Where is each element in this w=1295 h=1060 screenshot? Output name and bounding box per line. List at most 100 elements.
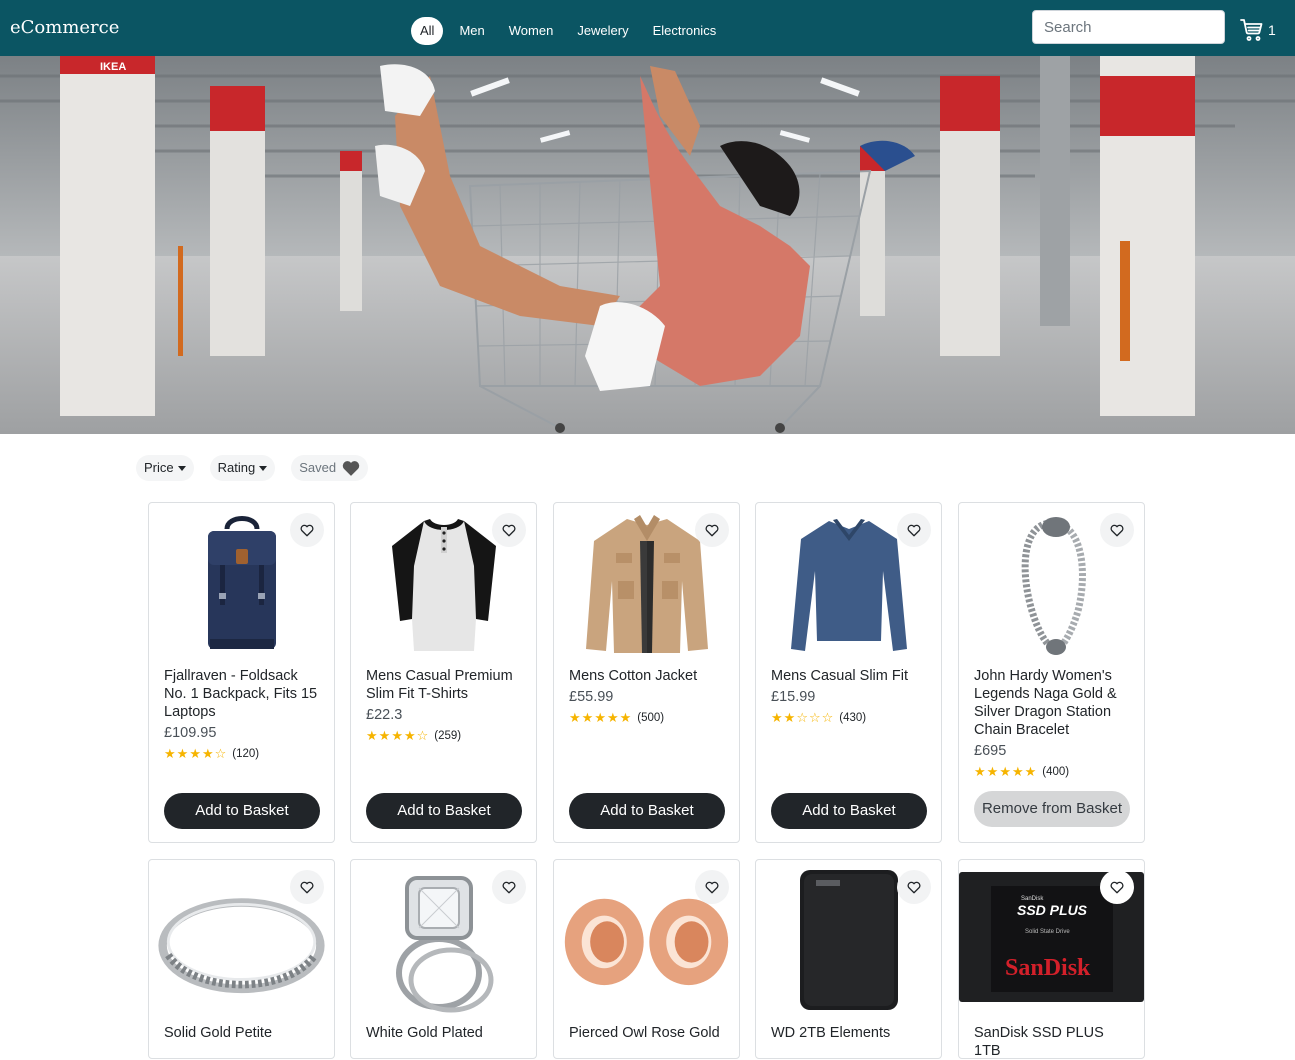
product-info: Mens Cotton Jacket £55.99 ★ ★ ★ ★ ★ (500) <box>569 667 729 727</box>
heart-outline-icon <box>907 881 921 893</box>
heart-outline-icon <box>907 524 921 536</box>
save-favorite-button[interactable] <box>897 513 931 547</box>
save-favorite-button[interactable] <box>695 513 729 547</box>
save-favorite-button[interactable] <box>1100 513 1134 547</box>
product-card: Mens Cotton Jacket £55.99 ★ ★ ★ ★ ★ (500) Ad… <box>553 502 740 843</box>
add-to-basket-button[interactable]: Add to Basket <box>569 793 725 829</box>
save-favorite-button[interactable] <box>492 870 526 904</box>
product-rating: ★ ★ ★ ★ ☆ (259) <box>366 727 526 745</box>
star-filled-icon: ★ <box>606 710 619 725</box>
saved-filter-button[interactable]: Saved <box>291 455 369 481</box>
product-rating: ★ ★ ☆ ☆ ☆ (430) <box>771 709 931 727</box>
brand-logo[interactable]: eCommerce <box>10 17 119 38</box>
product-title[interactable]: WD 2TB Elements <box>771 1024 931 1042</box>
product-title[interactable]: John Hardy Women's Legends Naga Gold & S… <box>974 667 1134 739</box>
product-title[interactable]: White Gold Plated <box>366 1024 526 1042</box>
price-filter-label: Price <box>144 460 174 475</box>
nav-link-men[interactable]: Men <box>447 17 496 45</box>
star-empty-icon: ☆ <box>796 710 808 725</box>
product-card: Pierced Owl Rose Gold <box>553 859 740 1059</box>
rating-filter-dropdown[interactable]: Rating <box>209 455 276 481</box>
save-favorite-button[interactable] <box>290 513 324 547</box>
search-input[interactable] <box>1032 10 1225 44</box>
caret-down-icon <box>177 465 186 471</box>
star-filled-icon: ★ <box>771 710 783 725</box>
product-info: Mens Casual Premium Slim Fit T-Shirts £2… <box>366 667 526 745</box>
rating-filter-label: Rating <box>217 460 256 475</box>
product-card: White Gold Plated <box>350 859 537 1059</box>
star-filled-icon: ★ <box>974 764 986 779</box>
nav-link-women[interactable]: Women <box>497 17 566 45</box>
star-empty-icon: ☆ <box>416 728 429 743</box>
product-rating: ★ ★ ★ ★ ★ (400) <box>974 763 1134 781</box>
star-filled-icon: ★ <box>164 746 176 761</box>
star-filled-icon: ★ <box>403 728 416 743</box>
product-rating: ★ ★ ★ ★ ★ (500) <box>569 709 729 727</box>
save-favorite-button[interactable] <box>897 870 931 904</box>
category-nav: All Men Women Jewelery Electronics <box>411 17 728 45</box>
star-filled-icon: ★ <box>176 746 189 761</box>
product-title[interactable]: Mens Casual Premium Slim Fit T-Shirts <box>366 667 526 703</box>
ssd-logo-text: SSD PLUS <box>1017 902 1088 918</box>
star-filled-icon: ★ <box>189 746 201 761</box>
remove-from-basket-button[interactable]: Remove from Basket <box>974 791 1130 827</box>
heart-outline-icon <box>705 524 719 536</box>
heart-outline-icon <box>1110 881 1124 893</box>
svg-text:IKEA: IKEA <box>100 61 126 73</box>
cart-icon <box>1240 19 1263 41</box>
star-empty-icon: ☆ <box>821 710 834 725</box>
rating-count: (259) <box>434 730 462 742</box>
product-rating: ★ ★ ★ ★ ☆ (120) <box>164 745 324 763</box>
heart-outline-icon <box>502 881 516 893</box>
product-info: SanDisk SSD PLUS 1TB <box>974 1024 1134 1060</box>
svg-text:Solid State Drive: Solid State Drive <box>1025 929 1070 935</box>
heart-outline-icon <box>502 524 516 536</box>
nav-link-all[interactable]: All <box>411 17 444 45</box>
product-info: White Gold Plated <box>366 1024 526 1042</box>
heart-outline-icon <box>300 524 314 536</box>
product-title[interactable]: Solid Gold Petite <box>164 1024 324 1042</box>
product-title[interactable]: Mens Cotton Jacket <box>569 667 729 685</box>
product-card: WD 2TB Elements <box>755 859 942 1059</box>
save-favorite-button[interactable] <box>492 513 526 547</box>
star-filled-icon: ★ <box>581 710 594 725</box>
hero-banner-image: IKEA <box>0 56 1295 434</box>
add-to-basket-button[interactable]: Add to Basket <box>771 793 927 829</box>
star-filled-icon: ★ <box>391 728 403 743</box>
product-info: Mens Casual Slim Fit £15.99 ★ ★ ☆ ☆ ☆ (430) <box>771 667 931 727</box>
heart-filled-icon <box>342 461 360 476</box>
product-info: Solid Gold Petite <box>164 1024 324 1042</box>
heart-outline-icon <box>705 881 719 893</box>
save-favorite-button[interactable] <box>695 870 729 904</box>
star-filled-icon: ★ <box>986 764 999 779</box>
navbar: eCommerce All Men Women Jewelery Electro… <box>0 0 1295 56</box>
product-title[interactable]: Pierced Owl Rose Gold <box>569 1024 729 1042</box>
product-title[interactable]: Fjallraven - Foldsack No. 1 Backpack, Fi… <box>164 667 324 721</box>
cart-button[interactable]: 1 <box>1240 18 1276 42</box>
product-card: Mens Casual Slim Fit £15.99 ★ ★ ☆ ☆ ☆ (430) … <box>755 502 942 843</box>
rating-count: (120) <box>232 748 260 760</box>
add-to-basket-button[interactable]: Add to Basket <box>366 793 522 829</box>
product-card: SanDisk SSD PLUS Solid State Drive SanDi… <box>958 859 1145 1059</box>
product-price: £22.3 <box>366 707 403 723</box>
star-filled-icon: ★ <box>999 764 1011 779</box>
star-filled-icon: ★ <box>201 746 214 761</box>
star-filled-icon: ★ <box>594 710 606 725</box>
heart-outline-icon <box>1110 524 1124 536</box>
product-price: £15.99 <box>771 689 816 705</box>
filter-bar: Price Rating Saved <box>136 455 384 481</box>
product-info: Fjallraven - Foldsack No. 1 Backpack, Fi… <box>164 667 324 763</box>
product-title[interactable]: SanDisk SSD PLUS 1TB <box>974 1024 1134 1060</box>
product-title[interactable]: Mens Casual Slim Fit <box>771 667 931 685</box>
nav-link-jewelery[interactable]: Jewelery <box>565 17 640 45</box>
save-favorite-button[interactable] <box>290 870 324 904</box>
product-info: John Hardy Women's Legends Naga Gold & S… <box>974 667 1134 781</box>
nav-link-electronics[interactable]: Electronics <box>641 17 729 45</box>
price-filter-dropdown[interactable]: Price <box>136 455 194 481</box>
rating-count: (430) <box>839 712 867 724</box>
caret-down-icon <box>259 465 268 471</box>
add-to-basket-button[interactable]: Add to Basket <box>164 793 320 829</box>
star-filled-icon: ★ <box>1011 764 1024 779</box>
save-favorite-button[interactable] <box>1100 870 1134 904</box>
star-filled-icon: ★ <box>783 710 796 725</box>
